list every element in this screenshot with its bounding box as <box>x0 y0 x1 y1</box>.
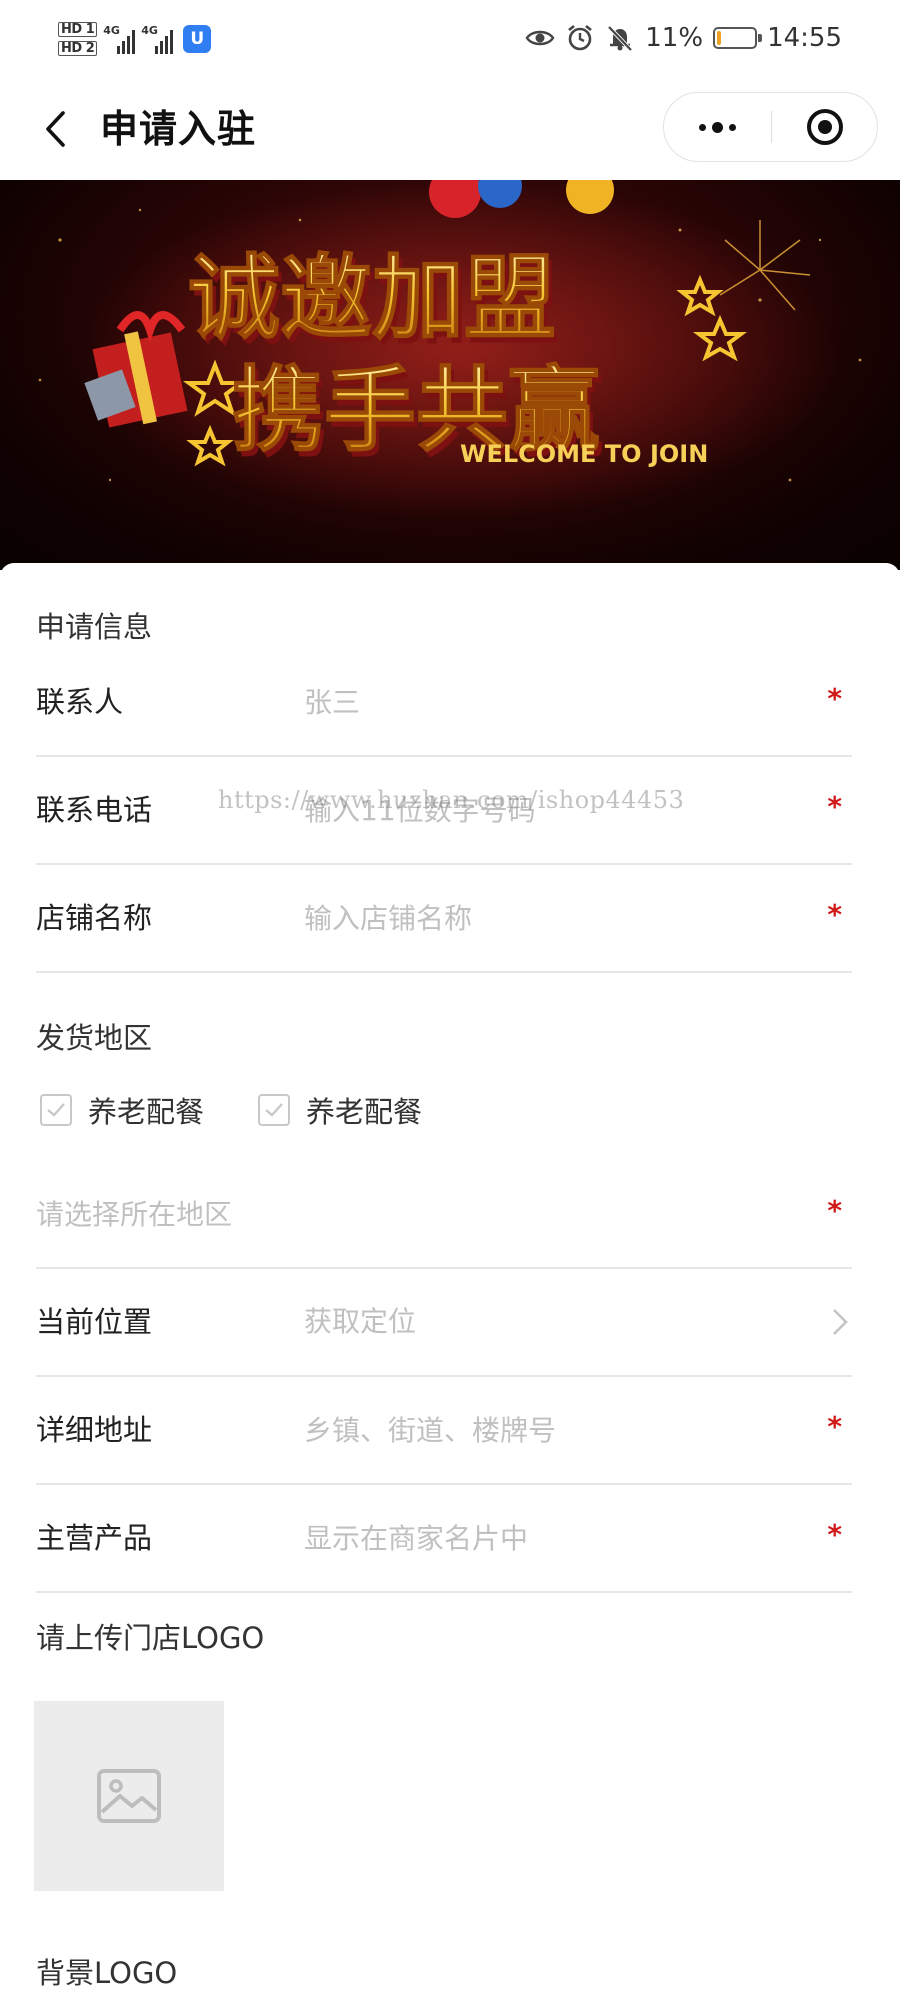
hd1-badge: HD 1 <box>58 22 98 37</box>
logo-upload-title: 请上传门店LOGO <box>36 1621 265 1655</box>
battery-percent: 11% <box>645 23 704 53</box>
network-type-1: 4G <box>103 24 120 37</box>
section-title-info: 申请信息 <box>36 610 153 644</box>
required-mark: * <box>827 898 842 931</box>
signal-icon-2: 4G <box>141 24 174 54</box>
target-circle-icon <box>807 109 843 145</box>
status-left: HD 1 HD 2 4G 4G U <box>58 14 212 64</box>
ship-options: 养老配餐 养老配餐 <box>40 1085 422 1135</box>
ship-option-2[interactable]: 养老配餐 <box>258 1089 422 1131</box>
location-label: 当前位置 <box>36 1305 153 1339</box>
more-dots-icon <box>699 121 736 133</box>
battery-icon <box>713 27 763 49</box>
address-row: 详细地址 * <box>36 1377 852 1485</box>
contact-label: 联系人 <box>36 685 124 719</box>
location-row[interactable]: 当前位置 获取定位 <box>36 1269 852 1377</box>
chevron-left-icon <box>46 111 65 147</box>
image-placeholder-icon <box>97 1769 161 1823</box>
nav-bar: 申请入驻 <box>0 78 900 180</box>
hd-indicator: HD 1 HD 2 <box>58 22 98 56</box>
miniapp-capsule <box>663 92 878 162</box>
contact-input[interactable] <box>304 679 804 725</box>
banner-tagline: WELCOME TO JOIN <box>460 440 708 468</box>
watermark-url: https://www.huzhan.com/ishop44453 <box>218 786 685 814</box>
close-miniapp-button[interactable] <box>772 93 878 161</box>
eye-icon <box>525 30 555 46</box>
signal-icon: 4G <box>103 24 136 54</box>
required-mark: * <box>827 1410 842 1443</box>
background-logo-title: 背景LOGO <box>36 1956 178 1990</box>
get-location-link[interactable]: 获取定位 <box>304 1269 416 1375</box>
check-icon <box>47 1103 65 1117</box>
contact-row: 联系人 * <box>36 649 852 757</box>
required-mark: * <box>827 1194 842 1227</box>
products-input[interactable] <box>304 1515 804 1561</box>
hd2-badge: HD 2 <box>58 41 98 56</box>
join-banner: 诚邀加盟 诚邀加盟 携手共赢 携手共赢 WELCOME TO JOIN <box>0 180 900 570</box>
products-label: 主营产品 <box>36 1521 153 1555</box>
ship-option-label: 养老配餐 <box>88 1095 205 1129</box>
logo-upload-button[interactable] <box>34 1701 224 1891</box>
app-notification-icon: U <box>183 25 212 53</box>
banner-line1: 诚邀加盟 <box>188 245 556 352</box>
shop-name-row: 店铺名称 * <box>36 865 852 973</box>
shop-name-label: 店铺名称 <box>36 901 153 935</box>
page-title: 申请入驻 <box>100 107 257 151</box>
ship-option-label: 养老配餐 <box>306 1095 423 1129</box>
battery-level-fill <box>717 31 722 45</box>
required-mark: * <box>827 1518 842 1551</box>
required-mark: * <box>827 682 842 715</box>
network-type-2: 4G <box>141 24 158 37</box>
status-right: 11% 14:55 <box>525 18 842 58</box>
status-bar: HD 1 HD 2 4G 4G U 11% 14:55 <box>0 0 900 78</box>
address-label: 详细地址 <box>36 1413 153 1447</box>
phone-label: 联系电话 <box>36 793 153 827</box>
checkbox[interactable] <box>258 1094 291 1126</box>
more-button[interactable] <box>664 93 771 161</box>
ship-option-1[interactable]: 养老配餐 <box>40 1089 204 1131</box>
region-row[interactable]: * <box>36 1161 852 1269</box>
apply-form: 申请信息 联系人 * 联系电话 * 店铺名称 * https://www.huz… <box>0 563 900 2000</box>
section-title-ship: 发货地区 <box>36 1021 153 1055</box>
back-button[interactable] <box>30 104 80 154</box>
banner-artwork: 诚邀加盟 诚邀加盟 携手共赢 携手共赢 WELCOME TO JOIN <box>38 180 862 520</box>
required-mark: * <box>827 790 842 823</box>
bell-off-icon <box>607 25 633 52</box>
clock-time: 14:55 <box>767 23 842 53</box>
chevron-right-icon <box>833 1309 848 1335</box>
checkbox[interactable] <box>40 1094 72 1126</box>
shop-name-input[interactable] <box>304 895 804 941</box>
check-icon <box>265 1103 283 1117</box>
alarm-icon <box>568 24 593 51</box>
products-row: 主营产品 * <box>36 1485 852 1593</box>
address-input[interactable] <box>304 1407 804 1453</box>
region-picker[interactable] <box>36 1191 796 1237</box>
